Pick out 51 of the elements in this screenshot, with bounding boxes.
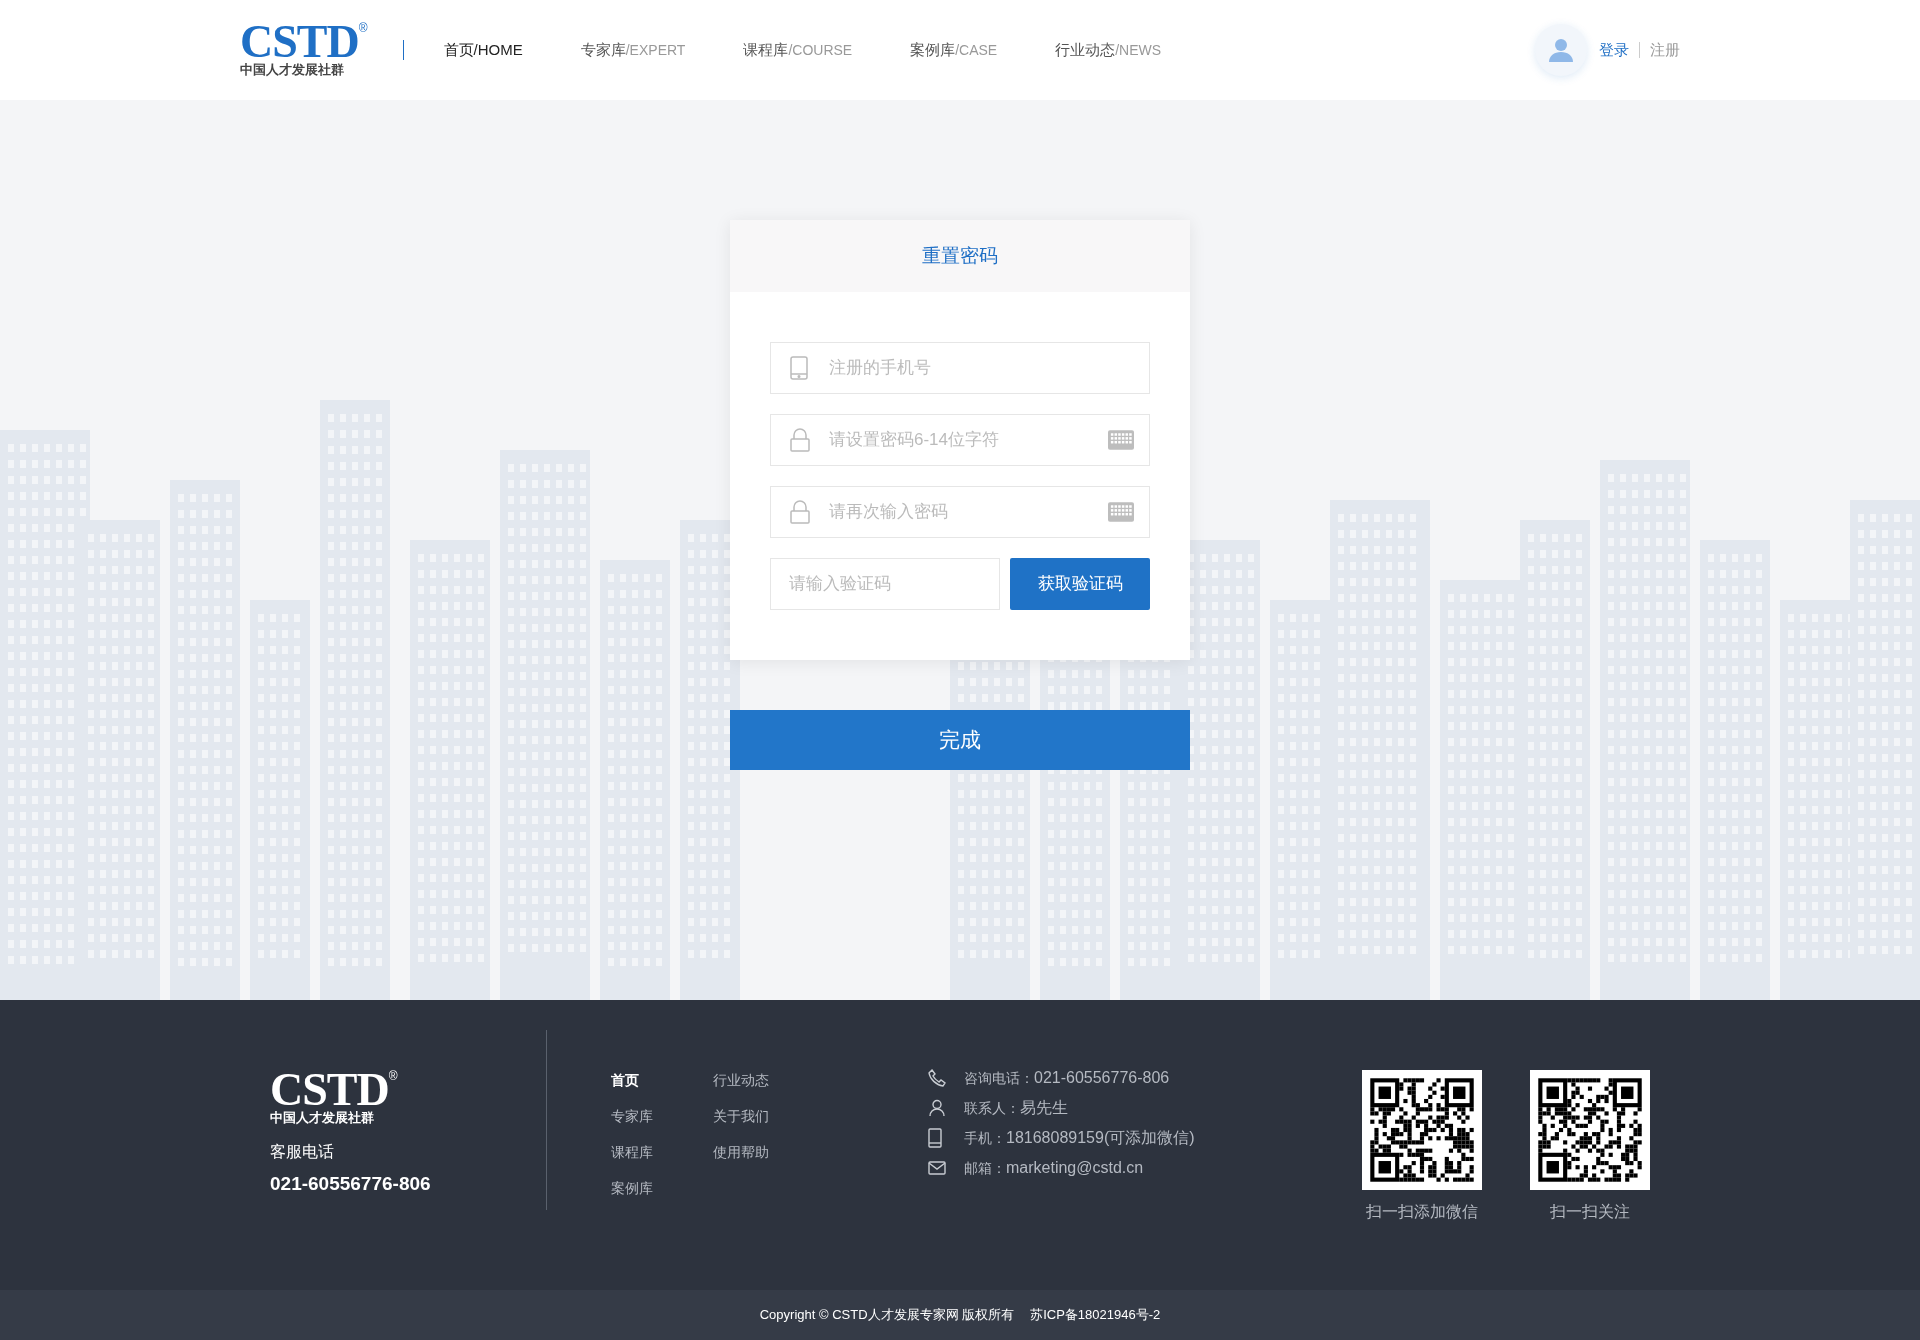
phone-icon <box>928 1069 946 1087</box>
contact-value: marketing@cstd.cn <box>1006 1158 1144 1178</box>
nav-link[interactable]: 行业动态/NEWS <box>1055 38 1162 62</box>
logo-wordmark: CSTD <box>240 22 359 62</box>
keyboard-icon[interactable] <box>1108 502 1134 522</box>
avatar[interactable] <box>1535 24 1587 76</box>
footer-link[interactable]: 首页 <box>611 1070 713 1090</box>
logo-tagline: 中国人才发展社群 <box>270 1110 374 1126</box>
service-label: 客服电话 <box>270 1142 335 1162</box>
logo-tagline: 中国人才发展社群 <box>240 62 344 78</box>
nav-link[interactable]: 首页/HOME <box>443 38 523 62</box>
card-title: 重置密码 <box>922 243 998 268</box>
footer-link[interactable]: 使用帮助 <box>713 1142 813 1162</box>
mobile-phone-icon <box>928 1128 942 1148</box>
footer-link[interactable]: 案例库 <box>611 1178 713 1198</box>
nav-link[interactable]: 专家库/EXPERT <box>580 38 686 62</box>
qr-caption: 扫一扫添加微信 <box>1366 1202 1478 1222</box>
footer-link[interactable]: 专家库 <box>611 1106 713 1126</box>
registered-mark: ® <box>358 22 368 34</box>
submit-button[interactable]: 完成 <box>730 710 1190 770</box>
get-code-button[interactable]: 获取验证码 <box>1010 558 1150 610</box>
user-icon <box>1548 37 1574 63</box>
contact-label: 联系人： <box>964 1098 1020 1118</box>
footer-link[interactable]: 关于我们 <box>713 1106 813 1126</box>
lock-icon <box>790 428 810 452</box>
contact-value: 18168089159(可添加微信) <box>1006 1128 1195 1148</box>
keyboard-icon[interactable] <box>1108 430 1134 450</box>
contact-value: 021-60556776-806 <box>1034 1068 1170 1088</box>
nav-link[interactable]: 课程库/COURSE <box>743 38 853 62</box>
login-link[interactable]: 登录 <box>1599 38 1629 62</box>
input-field[interactable]: 请设置密码6-14位字符 <box>770 414 1150 466</box>
lock-icon <box>790 500 810 524</box>
service-phone: 021-60556776-806 <box>270 1172 432 1196</box>
contact-label: 邮箱： <box>964 1158 1006 1178</box>
mail-icon <box>928 1161 946 1175</box>
person-icon <box>928 1099 946 1117</box>
input-field[interactable]: 注册的手机号 <box>770 342 1150 394</box>
mobile-phone-icon <box>790 356 808 380</box>
contact-label: 咨询电话： <box>964 1068 1034 1088</box>
qr-caption: 扫一扫关注 <box>1550 1202 1630 1222</box>
registered-mark: ® <box>388 1070 398 1082</box>
copyright-text: Copyright © CSTD人才发展专家网 版权所有 <box>759 1306 1015 1325</box>
footer-link[interactable]: 课程库 <box>611 1142 713 1162</box>
logo-wordmark: CSTD <box>270 1070 389 1110</box>
footer-link[interactable]: 行业动态 <box>713 1070 813 1090</box>
input-field[interactable]: 请再次输入密码 <box>770 486 1150 538</box>
contact-label: 手机： <box>964 1128 1006 1148</box>
verification-code-field[interactable]: 请输入验证码 <box>770 558 1000 610</box>
icp-number: 苏ICP备18021946号-2 <box>1030 1306 1161 1325</box>
contact-value: 易先生 <box>1020 1098 1068 1118</box>
nav-link[interactable]: 案例库/CASE <box>910 38 998 62</box>
